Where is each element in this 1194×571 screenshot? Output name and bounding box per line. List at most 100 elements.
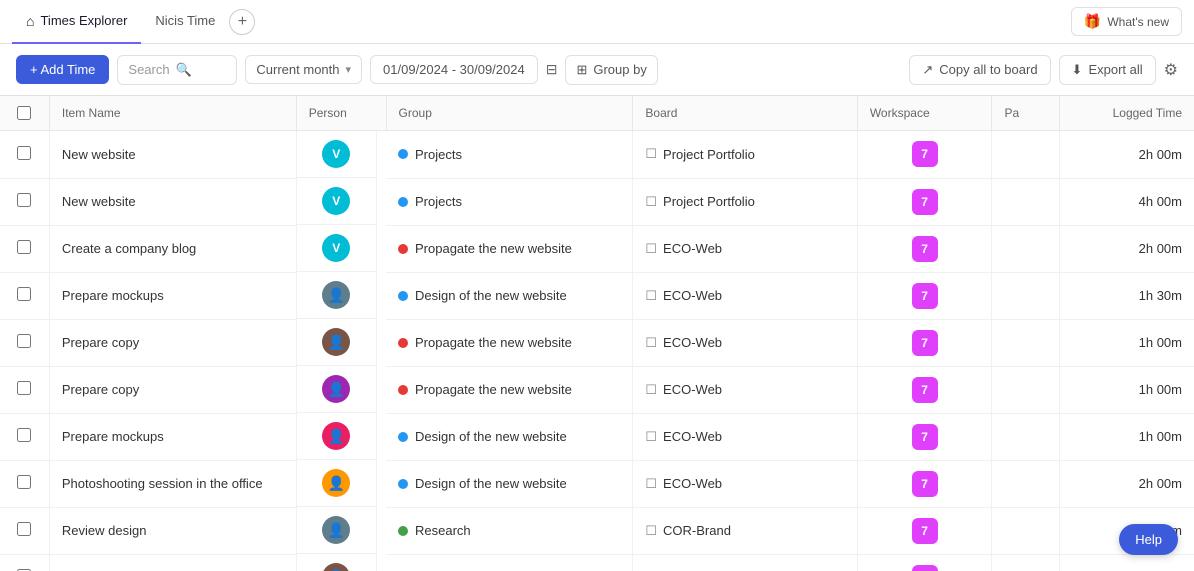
- group-label: Projects: [415, 194, 462, 209]
- board-label: Project Portfolio: [663, 194, 755, 209]
- copy-board-label: Copy all to board: [939, 62, 1037, 77]
- group-dot: [398, 385, 408, 395]
- person-cell: 👤: [297, 319, 377, 366]
- board-cell: ☐ECO-Web: [633, 413, 857, 460]
- group-cell: Propagate the new website: [386, 319, 633, 366]
- pa-cell: [992, 413, 1059, 460]
- board-label: Project Portfolio: [663, 147, 755, 162]
- search-box[interactable]: Search 🔍: [117, 55, 237, 85]
- copy-icon: ↗: [922, 62, 933, 78]
- group-by-label: Group by: [593, 62, 646, 77]
- avatar: 👤: [322, 422, 350, 450]
- pa-cell: [992, 131, 1059, 179]
- group-label: Propagate the new website: [415, 382, 572, 397]
- group-by-button[interactable]: ⊞ Group by: [565, 55, 657, 85]
- pa-cell: [992, 507, 1059, 554]
- workspace-badge: 7: [912, 565, 938, 571]
- row-checkbox[interactable]: [17, 428, 31, 442]
- logged-time-cell: 1h 00m: [1059, 413, 1194, 460]
- th-board-label: Board: [645, 106, 677, 120]
- row-checkbox-cell: [0, 413, 49, 460]
- avatar: 👤: [322, 469, 350, 497]
- group-label: Design of the new website: [415, 429, 567, 444]
- filter-icon[interactable]: ⊟: [546, 61, 558, 78]
- board-icon: ☐: [645, 241, 657, 257]
- help-button[interactable]: Help: [1119, 524, 1178, 555]
- th-person: Person: [296, 96, 386, 131]
- workspace-cell: 7: [857, 507, 992, 554]
- th-workspace-label: Workspace: [870, 106, 930, 120]
- add-tab-button[interactable]: +: [229, 9, 255, 35]
- row-checkbox[interactable]: [17, 240, 31, 254]
- settings-icon[interactable]: ⚙: [1164, 60, 1178, 80]
- board-icon: ☐: [645, 382, 657, 398]
- pa-cell: [992, 366, 1059, 413]
- workspace-badge: 7: [912, 424, 938, 450]
- group-dot: [398, 291, 408, 301]
- group-label: Design of the new website: [415, 288, 567, 303]
- table-row: New websiteVProjects☐Project Portfolio74…: [0, 178, 1194, 225]
- row-checkbox[interactable]: [17, 334, 31, 348]
- date-range-label: 01/09/2024 - 30/09/2024: [383, 62, 525, 77]
- item-name-cell: Review design: [49, 507, 296, 554]
- group-by-icon: ⊞: [576, 62, 587, 78]
- tab-nicis-time[interactable]: Nicis Time: [141, 0, 229, 44]
- whats-new-label: What's new: [1107, 15, 1169, 29]
- workspace-cell: 7: [857, 178, 992, 225]
- search-label: Search: [128, 62, 169, 77]
- th-person-label: Person: [309, 106, 347, 120]
- copy-all-to-board-button[interactable]: ↗ Copy all to board: [909, 55, 1050, 85]
- board-icon: ☐: [645, 288, 657, 304]
- row-checkbox[interactable]: [17, 287, 31, 301]
- group-label: Research: [415, 523, 471, 538]
- board-icon: ☐: [645, 335, 657, 351]
- item-name-cell: Video on landing page: [49, 554, 296, 571]
- table-header-row: Item Name Person Group Board Workspace P…: [0, 96, 1194, 131]
- row-checkbox[interactable]: [17, 475, 31, 489]
- avatar: 👤: [322, 375, 350, 403]
- tab-times-explorer[interactable]: ⌂ Times Explorer: [12, 0, 141, 44]
- workspace-cell: 7: [857, 366, 992, 413]
- logged-time-cell: 2h 00m: [1059, 225, 1194, 272]
- table-row: Photoshooting session in the office👤Desi…: [0, 460, 1194, 507]
- board-label: ECO-Web: [663, 288, 722, 303]
- group-label: Projects: [415, 147, 462, 162]
- add-time-button[interactable]: + Add Time: [16, 55, 109, 84]
- whats-new-button[interactable]: 🎁 What's new: [1071, 7, 1182, 36]
- date-range-button[interactable]: 01/09/2024 - 30/09/2024: [370, 55, 538, 84]
- pa-cell: [992, 460, 1059, 507]
- row-checkbox-cell: [0, 225, 49, 272]
- logged-time-cell: 4h 00m: [1059, 178, 1194, 225]
- workspace-badge: 7: [912, 330, 938, 356]
- th-group-label: Group: [399, 106, 432, 120]
- person-cell: 👤: [297, 460, 377, 507]
- board-cell: ☐COR-Brand: [633, 507, 857, 554]
- avatar: V: [322, 140, 350, 168]
- board-label: ECO-Web: [663, 429, 722, 444]
- row-checkbox[interactable]: [17, 146, 31, 160]
- pa-cell: [992, 319, 1059, 366]
- row-checkbox-cell: [0, 272, 49, 319]
- group-cell: Design of the new website: [386, 413, 633, 460]
- row-checkbox[interactable]: [17, 381, 31, 395]
- person-cell: 👤: [297, 272, 377, 319]
- current-month-filter[interactable]: Current month: [245, 55, 362, 84]
- workspace-badge: 7: [912, 283, 938, 309]
- row-checkbox[interactable]: [17, 193, 31, 207]
- group-dot: [398, 244, 408, 254]
- board-cell: ☐ECO-Web: [633, 460, 857, 507]
- row-checkbox-cell: [0, 554, 49, 571]
- board-icon: ☐: [645, 194, 657, 210]
- group-dot: [398, 197, 408, 207]
- row-checkbox[interactable]: [17, 522, 31, 536]
- workspace-cell: 7: [857, 554, 992, 571]
- th-pa: Pa: [992, 96, 1059, 131]
- export-all-button[interactable]: ⬇ Export all: [1059, 55, 1156, 85]
- workspace-badge: 7: [912, 236, 938, 262]
- board-cell: ☐ ECO-Web: [633, 272, 857, 319]
- th-group: Group: [386, 96, 633, 131]
- select-all-checkbox[interactable]: [17, 106, 31, 120]
- item-name-cell: Prepare copy: [49, 319, 296, 366]
- pa-cell: [992, 272, 1059, 319]
- table-row: Prepare copy👤Propagate the new website☐E…: [0, 319, 1194, 366]
